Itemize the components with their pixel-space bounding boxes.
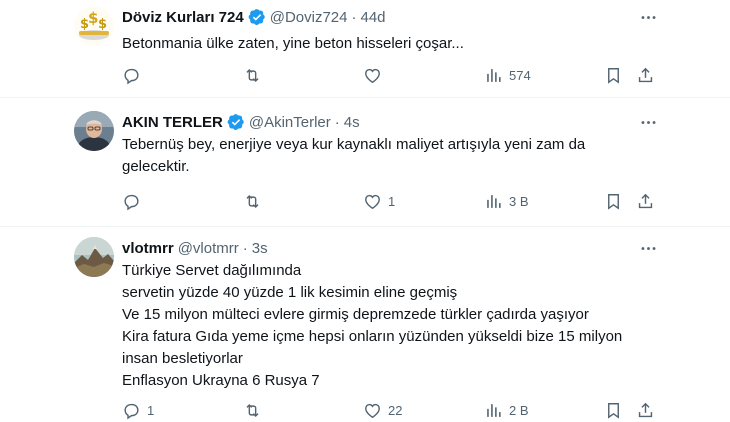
- author-handle[interactable]: @AkinTerler: [249, 114, 331, 131]
- retweet-icon: [246, 68, 259, 82]
- tweet-text: Betonmania ülke zaten, yine beton hissel…: [122, 33, 662, 55]
- timestamp[interactable]: 44d: [360, 9, 385, 26]
- reply-icon: [124, 403, 139, 419]
- verified-badge-icon: [248, 8, 266, 26]
- view-count: 2 B: [509, 402, 529, 418]
- author-name[interactable]: vlotmrr: [122, 240, 174, 257]
- views-button[interactable]: 574: [484, 63, 531, 87]
- share-icon: [638, 402, 653, 417]
- reply-count: 1: [147, 402, 155, 418]
- svg-text:$: $: [88, 9, 98, 27]
- tweet-text-line: insan besletiyorlar: [122, 350, 243, 367]
- views-button[interactable]: 2 B: [484, 398, 529, 422]
- tweet-doviz724[interactable]: $ $ $ Döviz Kurları 724 @Doviz724 · 44d …: [0, 0, 730, 97]
- reply-button[interactable]: [122, 63, 147, 87]
- author-name[interactable]: Döviz Kurları 724: [122, 9, 244, 26]
- views-icon: [487, 194, 501, 208]
- tweet-text-line: Kira fatura Gıda yeme içme hepsi onların…: [122, 328, 623, 345]
- retweet-icon: [246, 403, 259, 417]
- tweet-text-line: gelecektir.: [122, 158, 190, 175]
- svg-text:$: $: [98, 17, 107, 32]
- like-count: 22: [388, 402, 403, 418]
- bookmark-button[interactable]: [604, 63, 623, 87]
- tweet-text: Tebernüş bey, enerjiye veya kur kaynaklı…: [122, 134, 662, 178]
- more-icon[interactable]: [636, 5, 660, 29]
- tweet-text-line: Tebernüş bey, enerjiye veya kur kaynaklı…: [122, 136, 586, 153]
- more-icon[interactable]: [636, 110, 660, 134]
- separator-dot: ·: [351, 8, 357, 26]
- author-handle[interactable]: @Doviz724: [270, 9, 348, 26]
- retweet-icon: [246, 194, 259, 208]
- author-name[interactable]: AKIN TERLER: [122, 114, 223, 131]
- tweet-text-line: Enflasyon Ukrayna 6 Rusya 7: [122, 372, 320, 389]
- views-button[interactable]: 3 B: [484, 189, 529, 213]
- tweet-text-line: servetin yüzde 40 yüzde 1 lik kesimin el…: [122, 284, 458, 301]
- bookmark-icon: [608, 67, 619, 84]
- avatar[interactable]: $ $ $: [74, 6, 114, 46]
- tweet-vlotmrr[interactable]: vlotmrr @vlotmrr · 3s Türkiye Servet dağ…: [0, 227, 730, 420]
- share-button[interactable]: [636, 189, 655, 213]
- retweet-button[interactable]: [243, 398, 268, 422]
- tweet-text: Türkiye Servet dağılımında servetin yüzd…: [122, 260, 662, 392]
- action-bar: 1 3 B: [110, 189, 670, 213]
- like-button[interactable]: 1: [363, 189, 395, 213]
- share-icon: [638, 67, 653, 82]
- verified-badge-icon: [227, 113, 245, 131]
- view-count: 574: [509, 67, 531, 83]
- like-button[interactable]: [363, 63, 388, 87]
- reply-button[interactable]: 1: [122, 398, 154, 422]
- separator-dot: ·: [242, 239, 248, 257]
- action-bar: 574: [110, 63, 670, 87]
- view-count: 3 B: [509, 193, 529, 209]
- like-icon: [365, 68, 380, 83]
- bookmark-icon: [608, 402, 619, 419]
- bookmark-button[interactable]: [604, 189, 623, 213]
- share-button[interactable]: [636, 398, 655, 422]
- timestamp[interactable]: 3s: [252, 240, 268, 257]
- timestamp[interactable]: 4s: [344, 114, 360, 131]
- action-bar: 1 22 2 B: [110, 398, 670, 422]
- retweet-button[interactable]: [243, 63, 268, 87]
- tweet-text-line: Betonmania ülke zaten, yine beton hissel…: [122, 35, 464, 52]
- share-icon: [638, 193, 653, 208]
- views-icon: [487, 68, 501, 82]
- retweet-button[interactable]: [243, 189, 268, 213]
- reply-icon: [124, 194, 139, 210]
- views-icon: [487, 403, 501, 417]
- like-icon: [365, 403, 380, 418]
- like-count: 1: [388, 193, 396, 209]
- author-handle[interactable]: @vlotmrr: [178, 240, 239, 257]
- reply-icon: [124, 68, 139, 84]
- like-button[interactable]: 22: [363, 398, 402, 422]
- avatar[interactable]: [74, 237, 114, 277]
- bookmark-icon: [608, 193, 619, 210]
- like-icon: [365, 194, 380, 209]
- reply-button[interactable]: [122, 189, 147, 213]
- separator-dot: ·: [334, 113, 340, 131]
- tweet-text-line: Ve 15 milyon mülteci evlere girmiş depre…: [122, 306, 589, 323]
- tweet-akinterler[interactable]: AKIN TERLER @AkinTerler · 4s Tebernüş be…: [0, 98, 730, 226]
- avatar[interactable]: [74, 111, 114, 151]
- share-button[interactable]: [636, 63, 655, 87]
- bookmark-button[interactable]: [604, 398, 623, 422]
- tweet-text-line: Türkiye Servet dağılımında: [122, 262, 302, 279]
- more-icon[interactable]: [636, 236, 660, 260]
